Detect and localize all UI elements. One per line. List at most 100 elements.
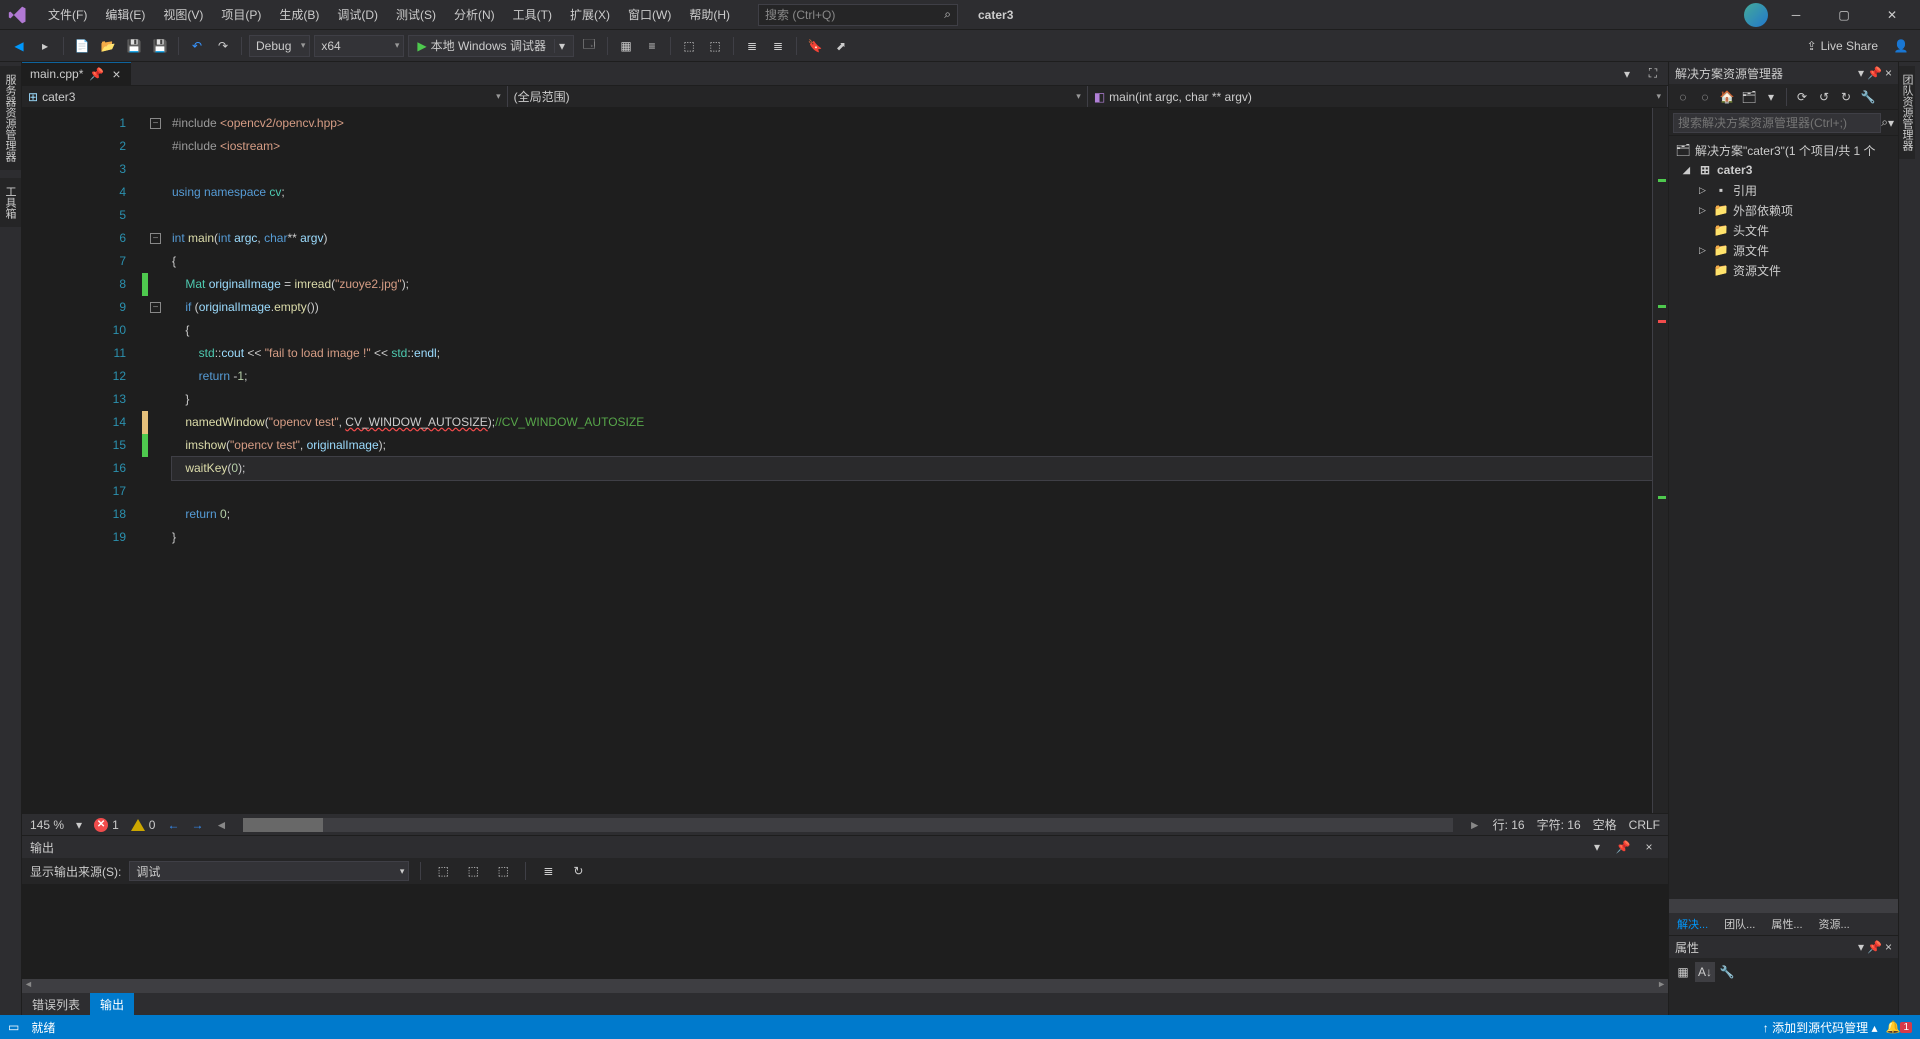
solution-search-input[interactable] (1673, 113, 1881, 133)
nav-scope-global[interactable]: (全局范围) (508, 86, 1088, 107)
overview-ruler[interactable] (1652, 108, 1668, 813)
props-az-icon[interactable]: A↓ (1695, 962, 1715, 982)
line-indicator[interactable]: 行: 16 (1493, 816, 1525, 833)
tb-icon-9[interactable]: ⬈ (830, 35, 852, 57)
output-tb-3[interactable]: ⬚ (492, 860, 514, 882)
props-close-icon[interactable]: × (1885, 940, 1892, 954)
col-indicator[interactable]: 字符: 16 (1537, 816, 1581, 833)
sol-tb-4[interactable]: ▾ (1761, 87, 1781, 107)
config-dropdown[interactable]: Debug (249, 35, 310, 57)
zoom-dropdown-icon[interactable]: ▾ (76, 818, 82, 832)
platform-dropdown[interactable]: x64 (314, 35, 404, 57)
error-count[interactable]: ✕1 (94, 818, 119, 832)
tb-icon-3[interactable]: ≡ (641, 35, 663, 57)
rail-toolbox[interactable]: 工具箱 (0, 178, 21, 227)
new-file-button[interactable]: 📄 (71, 35, 93, 57)
menu-debug[interactable]: 调试(D) (329, 2, 386, 27)
menu-edit[interactable]: 编辑(E) (97, 2, 153, 27)
rail-team-explorer[interactable]: 团队资源管理器 (1899, 66, 1915, 159)
tb-icon-1[interactable]: 🗔 (578, 35, 600, 57)
props-pin-icon[interactable]: 📌 (1867, 940, 1882, 954)
tb-icon-4[interactable]: ⬚ (678, 35, 700, 57)
sol-tb-1[interactable]: ◌ (1673, 87, 1693, 107)
tree-sources[interactable]: ▷ 📁 源文件 (1671, 240, 1896, 260)
tab-overflow-button[interactable]: ▾ (1616, 63, 1638, 85)
save-all-button[interactable]: 💾 (149, 35, 171, 57)
menu-build[interactable]: 生成(B) (271, 2, 327, 27)
search-dd-icon[interactable]: ▾ (1888, 116, 1894, 130)
tree-project[interactable]: ◢ ⊞ cater3 (1671, 160, 1896, 180)
tab-error-list[interactable]: 错误列表 (22, 993, 90, 1015)
file-tab-main[interactable]: main.cpp* 📌 × (22, 62, 131, 85)
props-cat-icon[interactable]: ▦ (1673, 962, 1693, 982)
output-tb-4[interactable]: ≣ (537, 860, 559, 882)
notifications-button[interactable]: 🔔 1 (1885, 1020, 1912, 1034)
menu-file[interactable]: 文件(F) (40, 2, 95, 27)
minimize-button[interactable]: ─ (1776, 1, 1816, 29)
nav-next[interactable]: → (191, 818, 203, 832)
sol-tb-wrench[interactable]: 🔧 (1858, 87, 1878, 107)
redo-button[interactable]: ↷ (212, 35, 234, 57)
search-icon[interactable]: ⌕ (1881, 115, 1888, 130)
tab-resources[interactable]: 资源... (1811, 913, 1858, 935)
output-dropdown-icon[interactable]: ▾ (1586, 836, 1608, 858)
zoom-level[interactable]: 145 % (30, 818, 64, 832)
props-dropdown-icon[interactable]: ▾ (1858, 940, 1864, 954)
menu-view[interactable]: 视图(V) (155, 2, 211, 27)
output-close-icon[interactable]: × (1638, 836, 1660, 858)
sol-tb-home[interactable]: 🏠 (1717, 87, 1737, 107)
props-wrench-icon[interactable]: 🔧 (1717, 962, 1737, 982)
hscroll-right[interactable]: ► (1469, 818, 1481, 832)
tree-solution-root[interactable]: 🗂 解决方案"cater3"(1 个项目/共 1 个 (1671, 140, 1896, 160)
nav-scope-function[interactable]: ◧ main(int argc, char ** argv) (1088, 86, 1668, 107)
tab-team[interactable]: 团队... (1716, 913, 1763, 935)
nav-fwd-button[interactable]: ▸ (34, 35, 56, 57)
tree-references[interactable]: ▷ ▪ 引用 (1671, 180, 1896, 200)
nav-scope-project[interactable]: ⊞ cater3 (22, 86, 508, 107)
tb-icon-5[interactable]: ⬚ (704, 35, 726, 57)
warning-count[interactable]: 0 (131, 818, 156, 832)
source-control-button[interactable]: ↑ 添加到源代码管理 ▴ (1763, 1019, 1878, 1036)
tree-headers[interactable]: 📁 头文件 (1671, 220, 1896, 240)
code-area[interactable]: #include <opencv2/opencv.hpp>#include <i… (168, 108, 1652, 813)
solution-hscroll[interactable] (1669, 899, 1898, 913)
nav-back-button[interactable]: ◀ (8, 35, 30, 57)
menu-tools[interactable]: 工具(T) (505, 2, 560, 27)
feedback-button[interactable]: 👤 (1890, 35, 1912, 57)
maximize-button[interactable]: ▢ (1824, 1, 1864, 29)
pin-icon[interactable]: 📌 (89, 67, 104, 81)
rail-server-explorer[interactable]: 服务器资源管理器 (0, 66, 21, 170)
output-hscroll[interactable] (22, 979, 1668, 993)
save-button[interactable]: 💾 (123, 35, 145, 57)
panel-dropdown-icon[interactable]: ▾ (1858, 66, 1864, 80)
tab-output[interactable]: 输出 (90, 993, 134, 1015)
search-box[interactable]: 搜索 (Ctrl+Q) ⌕ (758, 4, 958, 26)
start-debug-button[interactable]: ▶ 本地 Windows 调试器 ▾ (408, 35, 574, 57)
tb-icon-6[interactable]: ≣ (741, 35, 763, 57)
sol-tb-5[interactable]: ↺ (1814, 87, 1834, 107)
open-file-button[interactable]: 📂 (97, 35, 119, 57)
menu-window[interactable]: 窗口(W) (620, 2, 679, 27)
tab-fullscreen-button[interactable]: ⛶ (1642, 63, 1664, 85)
tree-external[interactable]: ▷ 📁 外部依赖项 (1671, 200, 1896, 220)
liveshare-button[interactable]: ⇪ Live Share (1799, 39, 1886, 53)
tb-icon-2[interactable]: ▦ (615, 35, 637, 57)
menu-project[interactable]: 项目(P) (213, 2, 269, 27)
sol-tb-6[interactable]: ↻ (1836, 87, 1856, 107)
undo-button[interactable]: ↶ (186, 35, 208, 57)
output-tb-1[interactable]: ⬚ (432, 860, 454, 882)
output-tb-5[interactable]: ↻ (567, 860, 589, 882)
tab-properties[interactable]: 属性... (1763, 913, 1810, 935)
panel-pin-icon[interactable]: 📌 (1867, 66, 1882, 80)
hscrollbar[interactable] (243, 818, 1452, 832)
avatar-icon[interactable] (1744, 3, 1768, 27)
tb-icon-7[interactable]: ≣ (767, 35, 789, 57)
tree-resources[interactable]: 📁 资源文件 (1671, 260, 1896, 280)
nav-prev[interactable]: ← (167, 818, 179, 832)
lineend-indicator[interactable]: CRLF (1629, 818, 1660, 832)
menu-analyze[interactable]: 分析(N) (446, 2, 503, 27)
close-button[interactable]: ✕ (1872, 1, 1912, 29)
menu-extensions[interactable]: 扩展(X) (562, 2, 618, 27)
close-tab-icon[interactable]: × (110, 66, 122, 82)
output-tb-2[interactable]: ⬚ (462, 860, 484, 882)
